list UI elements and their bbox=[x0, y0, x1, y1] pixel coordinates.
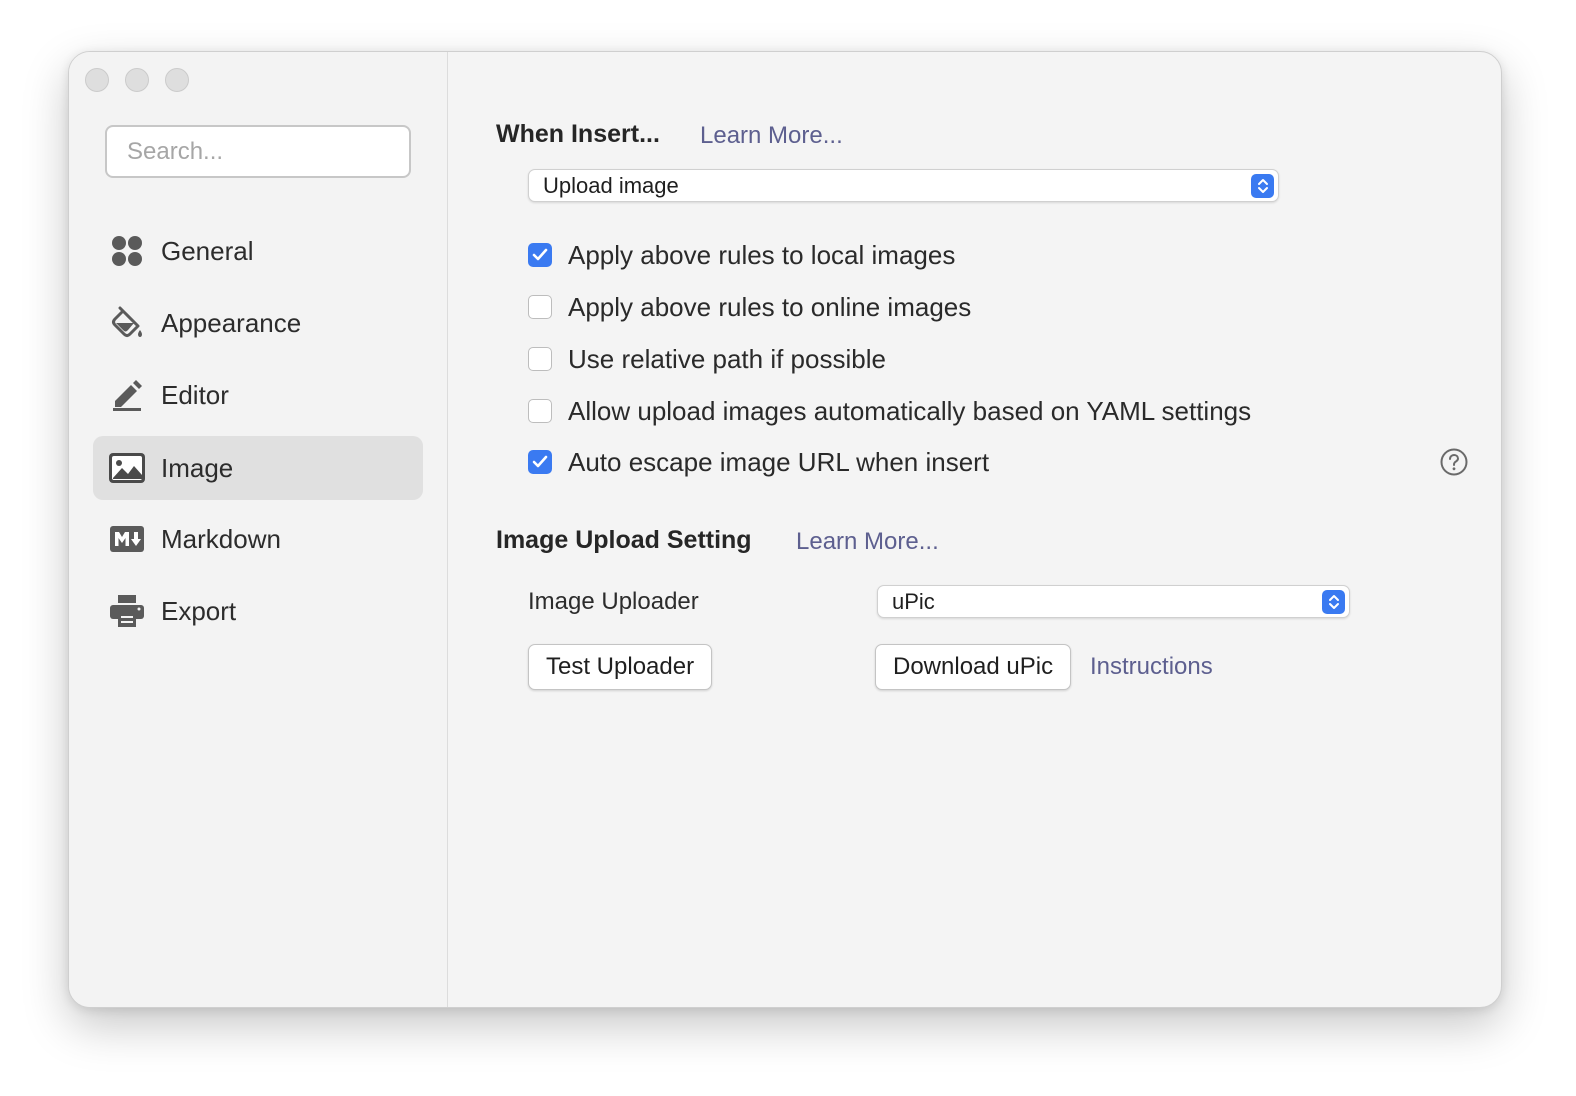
relative-path-label: Use relative path if possible bbox=[568, 343, 886, 374]
test-uploader-button[interactable]: Test Uploader bbox=[528, 644, 713, 690]
instructions-link[interactable]: Instructions bbox=[1090, 653, 1213, 681]
when-insert-select-value: Upload image bbox=[543, 172, 679, 198]
online-images-label: Apply above rules to online images bbox=[568, 291, 972, 322]
help-icon[interactable] bbox=[1440, 448, 1468, 476]
sidebar-item-label: Appearance bbox=[161, 307, 302, 338]
option-auto-escape-url[interactable]: Auto escape image URL when insert bbox=[528, 442, 989, 482]
yaml-upload-checkbox[interactable] bbox=[528, 399, 552, 423]
option-relative-path[interactable]: Use relative path if possible bbox=[528, 339, 886, 379]
close-window-button[interactable] bbox=[85, 68, 109, 92]
local-images-label: Apply above rules to local images bbox=[568, 239, 956, 270]
sidebar-item-markdown[interactable]: Markdown bbox=[93, 507, 423, 571]
upload-setting-learn-more-link[interactable]: Learn More... bbox=[796, 528, 939, 556]
option-local-images[interactable]: Apply above rules to local images bbox=[528, 235, 955, 275]
image-settings-panel: When Insert... Learn More... Upload imag… bbox=[448, 52, 1501, 1007]
zoom-window-button[interactable] bbox=[165, 68, 189, 92]
chevron-up-down-icon bbox=[1322, 590, 1345, 614]
sidebar-item-label: Image bbox=[161, 452, 234, 483]
sidebar-item-label: Editor bbox=[161, 379, 229, 410]
when-insert-learn-more-link[interactable]: Learn More... bbox=[700, 122, 843, 150]
relative-path-checkbox[interactable] bbox=[528, 347, 552, 371]
sidebar-item-general[interactable]: General bbox=[93, 219, 423, 283]
general-icon bbox=[109, 233, 145, 269]
sidebar-item-image[interactable]: Image bbox=[93, 436, 423, 500]
option-online-images[interactable]: Apply above rules to online images bbox=[528, 287, 971, 327]
image-uploader-select-value: uPic bbox=[892, 588, 935, 614]
yaml-upload-label: Allow upload images automatically based … bbox=[568, 395, 1252, 426]
image-uploader-label: Image Uploader bbox=[528, 588, 699, 615]
online-images-checkbox[interactable] bbox=[528, 295, 552, 319]
sidebar: General Appearance Editor bbox=[69, 52, 448, 1007]
pencil-icon bbox=[109, 377, 145, 413]
checkmark-icon bbox=[532, 248, 548, 261]
sidebar-item-editor[interactable]: Editor bbox=[93, 363, 423, 427]
image-uploader-select[interactable]: uPic bbox=[877, 585, 1350, 618]
sidebar-item-label: General bbox=[161, 235, 254, 266]
image-icon bbox=[109, 450, 145, 486]
preferences-window: General Appearance Editor bbox=[68, 51, 1502, 1008]
image-upload-setting-title: Image Upload Setting bbox=[496, 526, 752, 554]
sidebar-item-label: Markdown bbox=[161, 523, 281, 554]
local-images-checkbox[interactable] bbox=[528, 243, 552, 267]
sidebar-item-label: Export bbox=[161, 595, 237, 626]
sidebar-item-appearance[interactable]: Appearance bbox=[93, 291, 423, 355]
printer-icon bbox=[109, 593, 145, 629]
download-upic-button[interactable]: Download uPic bbox=[875, 644, 1072, 690]
auto-escape-url-label: Auto escape image URL when insert bbox=[568, 446, 990, 477]
when-insert-title: When Insert... bbox=[496, 120, 660, 148]
auto-escape-url-checkbox[interactable] bbox=[528, 450, 552, 474]
search-input[interactable] bbox=[105, 125, 411, 178]
option-yaml-upload[interactable]: Allow upload images automatically based … bbox=[528, 391, 1251, 431]
checkmark-icon bbox=[532, 455, 548, 468]
minimize-window-button[interactable] bbox=[125, 68, 149, 92]
markdown-icon bbox=[109, 521, 145, 557]
chevron-up-down-icon bbox=[1251, 174, 1274, 198]
when-insert-select[interactable]: Upload image bbox=[528, 169, 1279, 202]
sidebar-item-export[interactable]: Export bbox=[93, 579, 423, 643]
paint-bucket-icon bbox=[109, 305, 145, 341]
